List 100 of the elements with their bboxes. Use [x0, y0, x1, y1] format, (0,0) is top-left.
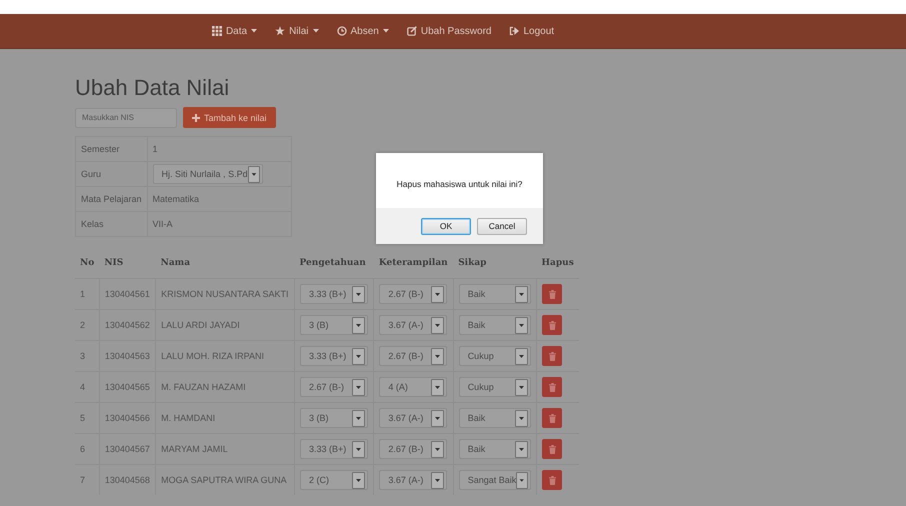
- table-cell: 3: [75, 340, 100, 372]
- attitude-select[interactable]: Baik: [458, 284, 531, 304]
- grade-select[interactable]: 3.33 (B+): [300, 284, 368, 304]
- trash-icon: [548, 414, 556, 422]
- table-cell: Mata Pelajaran: [76, 186, 148, 212]
- caret-icon: [382, 29, 389, 33]
- trash-icon: [548, 320, 556, 330]
- nav-link[interactable]: Nilai: [275, 26, 319, 36]
- plus-icon: [192, 114, 200, 122]
- grade-select[interactable]: 2.67 (B-): [379, 284, 448, 304]
- caret-icon: [352, 472, 366, 488]
- caret-icon: [514, 440, 528, 458]
- grade-select[interactable]: 2.67 (B-): [300, 377, 368, 397]
- attitude-select[interactable]: Baik: [458, 439, 531, 459]
- table-cell: 130404567: [99, 434, 156, 464]
- teacher-select[interactable]: Hj. Siti Nurlaila , S.Pd: [152, 164, 263, 184]
- trash-icon: [548, 352, 556, 360]
- nis-field[interactable]: Masukkan NIS: [75, 108, 177, 128]
- table-cell: LALU ARDI JAYADI: [156, 310, 295, 340]
- grade-select[interactable]: 3.33 (B+): [300, 439, 368, 459]
- dialog-message: Hapus mahasiswa untuk nilai ini?: [396, 178, 524, 191]
- grade-select[interactable]: 3 (B): [300, 408, 368, 428]
- add-button[interactable]: Tambah ke nilai: [183, 107, 276, 128]
- column-header: Keterampilan: [374, 248, 454, 278]
- grade-select[interactable]: 3 (B): [300, 315, 368, 335]
- caret-icon: [431, 440, 444, 458]
- table-cell: Guru: [76, 162, 148, 186]
- caret-icon: [352, 348, 366, 364]
- caret-icon: [312, 29, 319, 33]
- grade-select[interactable]: 2.67 (B-): [379, 439, 448, 459]
- caret-icon: [431, 410, 444, 426]
- grade-select[interactable]: 2.67 (B-): [379, 346, 448, 366]
- table-cell: 5: [75, 402, 100, 434]
- table-cell: 6: [75, 434, 100, 464]
- attitude-select[interactable]: Cukup: [458, 346, 531, 366]
- table-cell: LALU MOH. RIZA IRPANI: [156, 340, 295, 372]
- grade-select[interactable]: 3.67 (A-): [379, 470, 448, 490]
- trash-icon: [548, 444, 556, 454]
- caret-icon: [352, 286, 366, 302]
- table-cell: 130404563: [99, 340, 156, 372]
- caret-icon: [248, 166, 260, 182]
- table-cell: 130404562: [99, 310, 156, 340]
- attitude-select[interactable]: Baik: [458, 408, 531, 428]
- grade-select[interactable]: 3.67 (A-): [379, 315, 448, 335]
- dialog-button[interactable]: Cancel: [477, 218, 527, 234]
- caret-icon: [514, 316, 528, 334]
- attitude-select[interactable]: Baik: [458, 315, 531, 335]
- delete-button[interactable]: [542, 439, 562, 459]
- attitude-select[interactable]: Sangat Baik: [458, 470, 531, 490]
- table-cell: 1: [75, 278, 100, 310]
- delete-button[interactable]: [542, 377, 562, 397]
- table-cell: KRISMON NUSANTARA SAKTI: [156, 278, 295, 310]
- column-header: Nama: [156, 248, 295, 278]
- caret-icon: [431, 286, 444, 302]
- caret-icon: [431, 472, 444, 488]
- clock-icon: [336, 26, 347, 36]
- table-cell: 4: [75, 372, 100, 402]
- column-header: Sikap: [453, 248, 537, 278]
- column-header: Pengetahuan: [294, 248, 374, 278]
- edit-icon: [406, 26, 417, 36]
- table-cell: Matematika: [147, 186, 292, 212]
- caret-icon: [514, 348, 528, 364]
- table-cell: MOGA SAPUTRA WIRA GUNA: [156, 464, 295, 495]
- nav-link[interactable]: Logout: [509, 26, 554, 36]
- caret-icon: [251, 29, 258, 33]
- trash-icon: [548, 290, 556, 298]
- nav-link[interactable]: Absen: [336, 26, 389, 36]
- dialog-button[interactable]: OK: [421, 218, 471, 234]
- grid-icon: [212, 26, 222, 36]
- grade-select[interactable]: 3.67 (A-): [379, 408, 448, 428]
- caret-icon: [514, 410, 528, 426]
- grade-select[interactable]: 3.33 (B+): [300, 346, 368, 366]
- trash-icon: [548, 382, 556, 392]
- caret-icon: [431, 316, 444, 334]
- caret-icon: [352, 378, 366, 396]
- star-icon: [275, 26, 286, 36]
- nav-link[interactable]: Ubah Password: [406, 26, 492, 36]
- delete-button[interactable]: [542, 315, 562, 335]
- delete-button[interactable]: [542, 470, 562, 490]
- table-cell: 130404561: [99, 278, 156, 310]
- column-header: Hapus: [536, 248, 579, 278]
- caret-icon: [431, 348, 444, 364]
- table-cell: 1: [147, 136, 292, 162]
- trash-icon: [548, 476, 556, 484]
- caret-icon: [516, 472, 528, 488]
- table-cell: Kelas: [76, 212, 148, 236]
- caret-icon: [514, 378, 528, 396]
- delete-button[interactable]: [542, 346, 562, 366]
- table-cell: M. HAMDANI: [156, 402, 295, 434]
- delete-button[interactable]: [542, 284, 562, 304]
- grade-select[interactable]: 4 (A): [379, 377, 448, 397]
- column-header: NIS: [99, 248, 156, 278]
- table-cell: 130404565: [99, 372, 156, 402]
- nav-link[interactable]: Data: [212, 26, 258, 36]
- attitude-select[interactable]: Cukup: [458, 377, 531, 397]
- grade-select[interactable]: 2 (C): [300, 470, 368, 490]
- delete-button[interactable]: [542, 408, 562, 428]
- table-cell: 130404568: [99, 464, 156, 495]
- table-cell: Semester: [76, 136, 148, 162]
- caret-icon: [352, 316, 366, 334]
